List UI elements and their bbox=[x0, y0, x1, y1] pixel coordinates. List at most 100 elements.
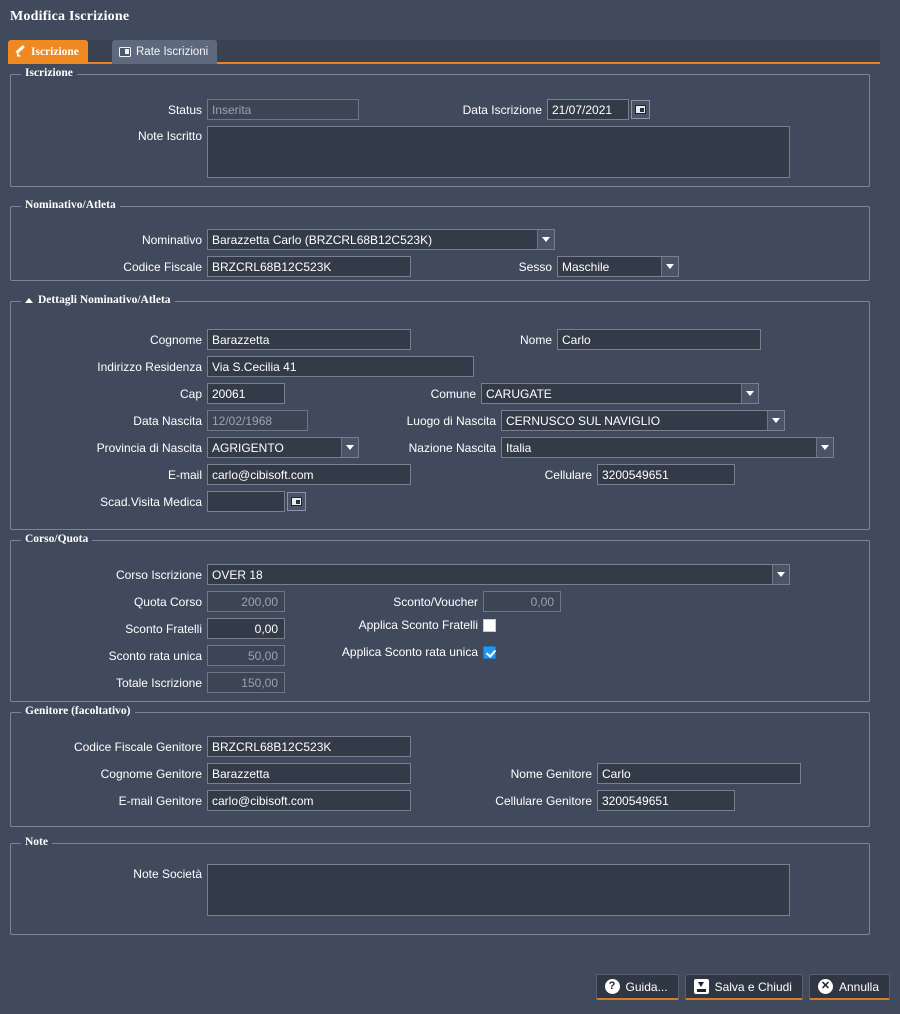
cap-label: Cap bbox=[11, 387, 207, 401]
note-societa-textarea[interactable] bbox=[207, 864, 790, 916]
cellulare-genitore-input[interactable] bbox=[597, 790, 735, 811]
row-provincia-nascita: Provincia di Nascita AGRIGENTO bbox=[11, 437, 359, 458]
provincia-nascita-select[interactable]: AGRIGENTO bbox=[207, 437, 359, 458]
applica-sconto-fratelli-checkbox[interactable] bbox=[483, 619, 496, 632]
card-icon bbox=[119, 47, 131, 57]
question-icon: ? bbox=[605, 979, 620, 994]
codice-fiscale-label: Codice Fiscale bbox=[11, 260, 207, 274]
row-cellulare-genitore: Cellulare Genitore bbox=[485, 790, 735, 811]
nominativo-value: Barazzetta Carlo (BRZCRL68B12C523K) bbox=[208, 233, 537, 247]
nome-genitore-input[interactable] bbox=[597, 763, 801, 784]
email-genitore-input[interactable] bbox=[207, 790, 411, 811]
row-cognome-genitore: Cognome Genitore bbox=[11, 763, 411, 784]
data-nascita-input[interactable] bbox=[207, 410, 308, 431]
legend-dettagli[interactable]: Dettagli Nominativo/Atleta bbox=[21, 294, 175, 306]
provincia-nascita-value: AGRIGENTO bbox=[208, 441, 341, 455]
legend-corso-quota: Corso/Quota bbox=[21, 533, 92, 545]
cellulare-input[interactable] bbox=[597, 464, 735, 485]
comune-select[interactable]: CARUGATE bbox=[481, 383, 759, 404]
legend-nominativo-text: Nominativo/Atleta bbox=[25, 199, 116, 211]
applica-sconto-rata-unica-checkbox[interactable] bbox=[483, 646, 496, 659]
email-input[interactable] bbox=[207, 464, 411, 485]
luogo-nascita-select[interactable]: CERNUSCO SUL NAVIGLIO bbox=[501, 410, 785, 431]
chevron-down-icon[interactable] bbox=[772, 565, 789, 584]
cellulare-label: Cellulare bbox=[485, 468, 597, 482]
row-cellulare: Cellulare bbox=[485, 464, 735, 485]
legend-genitore-text: Genitore (facoltativo) bbox=[25, 705, 131, 717]
nome-label: Nome bbox=[485, 333, 557, 347]
luogo-nascita-value: CERNUSCO SUL NAVIGLIO bbox=[502, 414, 767, 428]
sesso-select[interactable]: Maschile bbox=[557, 256, 679, 277]
row-email: E-mail bbox=[11, 464, 411, 485]
row-nome-genitore: Nome Genitore bbox=[485, 763, 801, 784]
sconto-fratelli-input[interactable] bbox=[207, 618, 285, 639]
status-input[interactable] bbox=[207, 99, 359, 120]
totale-iscrizione-input[interactable] bbox=[207, 672, 285, 693]
row-cf-genitore: Codice Fiscale Genitore bbox=[11, 736, 411, 757]
window-title: Modifica Iscrizione bbox=[0, 0, 900, 34]
fieldset-dettagli: Dettagli Nominativo/Atleta Cognome Nome … bbox=[10, 301, 870, 530]
sesso-value: Maschile bbox=[558, 260, 661, 274]
chevron-down-icon[interactable] bbox=[537, 230, 554, 249]
tab-rate-iscrizioni[interactable]: Rate Iscrizioni bbox=[112, 40, 217, 64]
legend-iscrizione: Iscrizione bbox=[21, 67, 77, 79]
codice-fiscale-input[interactable] bbox=[207, 256, 411, 277]
row-sconto-rata-unica: Sconto rata unica bbox=[11, 645, 285, 666]
cognome-input[interactable] bbox=[207, 329, 411, 350]
nome-input[interactable] bbox=[557, 329, 761, 350]
cf-genitore-input[interactable] bbox=[207, 736, 411, 757]
chevron-down-icon[interactable] bbox=[661, 257, 678, 276]
calendar-icon-data-iscrizione[interactable] bbox=[631, 100, 650, 119]
corso-iscrizione-select[interactable]: OVER 18 bbox=[207, 564, 790, 585]
row-comune: Comune CARUGATE bbox=[341, 383, 759, 404]
nominativo-select[interactable]: Barazzetta Carlo (BRZCRL68B12C523K) bbox=[207, 229, 555, 250]
chevron-down-icon[interactable] bbox=[767, 411, 784, 430]
scad-visita-medica-input[interactable] bbox=[207, 491, 285, 512]
sconto-rata-unica-input[interactable] bbox=[207, 645, 285, 666]
row-note-societa: Note Società bbox=[11, 864, 790, 916]
row-cap: Cap bbox=[11, 383, 285, 404]
status-label: Status bbox=[11, 103, 207, 117]
fieldset-note: Note Note Società bbox=[10, 843, 870, 935]
row-sesso: Sesso Maschile bbox=[485, 256, 679, 277]
quota-corso-input[interactable] bbox=[207, 591, 285, 612]
fieldset-genitore: Genitore (facoltativo) Codice Fiscale Ge… bbox=[10, 712, 870, 827]
sconto-voucher-label: Sconto/Voucher bbox=[297, 595, 483, 609]
nazione-nascita-label: Nazione Nascita bbox=[341, 441, 501, 455]
guida-button-label: Guida... bbox=[626, 980, 668, 994]
totale-iscrizione-label: Totale Iscrizione bbox=[11, 676, 207, 690]
sconto-rata-unica-label: Sconto rata unica bbox=[11, 649, 207, 663]
note-iscritto-textarea[interactable] bbox=[207, 126, 790, 178]
row-status: Status bbox=[11, 99, 359, 120]
chevron-down-icon[interactable] bbox=[741, 384, 758, 403]
fieldset-corso-quota: Corso/Quota Corso Iscrizione OVER 18 Quo… bbox=[10, 540, 870, 702]
cf-genitore-label: Codice Fiscale Genitore bbox=[11, 740, 207, 754]
sconto-voucher-input[interactable] bbox=[483, 591, 561, 612]
fieldset-nominativo: Nominativo/Atleta Nominativo Barazzetta … bbox=[10, 206, 870, 281]
data-iscrizione-input[interactable] bbox=[547, 99, 629, 120]
annulla-button[interactable]: ✕ Annulla bbox=[809, 974, 890, 1000]
tab-bar: Iscrizione Rate Iscrizioni bbox=[8, 40, 880, 64]
chevron-down-icon[interactable] bbox=[816, 438, 833, 457]
salva-e-chiudi-button-label: Salva e Chiudi bbox=[715, 980, 792, 994]
comune-value: CARUGATE bbox=[482, 387, 741, 401]
row-sconto-voucher: Sconto/Voucher bbox=[297, 591, 561, 612]
row-data-iscrizione: Data Iscrizione bbox=[435, 99, 650, 120]
row-indirizzo: Indirizzo Residenza bbox=[11, 356, 474, 377]
luogo-nascita-label: Luogo di Nascita bbox=[341, 414, 501, 428]
legend-note-text: Note bbox=[25, 836, 48, 848]
row-sconto-fratelli: Sconto Fratelli bbox=[11, 618, 285, 639]
tab-iscrizione[interactable]: Iscrizione bbox=[8, 40, 88, 64]
cognome-genitore-input[interactable] bbox=[207, 763, 411, 784]
row-applica-sconto-fratelli: Applica Sconto Fratelli bbox=[297, 618, 496, 632]
cap-input[interactable] bbox=[207, 383, 285, 404]
guida-button[interactable]: ? Guida... bbox=[596, 974, 679, 1000]
indirizzo-input[interactable] bbox=[207, 356, 474, 377]
row-nazione-nascita: Nazione Nascita Italia bbox=[341, 437, 834, 458]
data-nascita-label: Data Nascita bbox=[11, 414, 207, 428]
calendar-icon-scad-visita[interactable] bbox=[287, 492, 306, 511]
nazione-nascita-select[interactable]: Italia bbox=[501, 437, 834, 458]
salva-e-chiudi-button[interactable]: Salva e Chiudi bbox=[685, 974, 803, 1000]
collapse-caret-up-icon[interactable] bbox=[25, 298, 33, 303]
corso-iscrizione-value: OVER 18 bbox=[208, 568, 772, 582]
